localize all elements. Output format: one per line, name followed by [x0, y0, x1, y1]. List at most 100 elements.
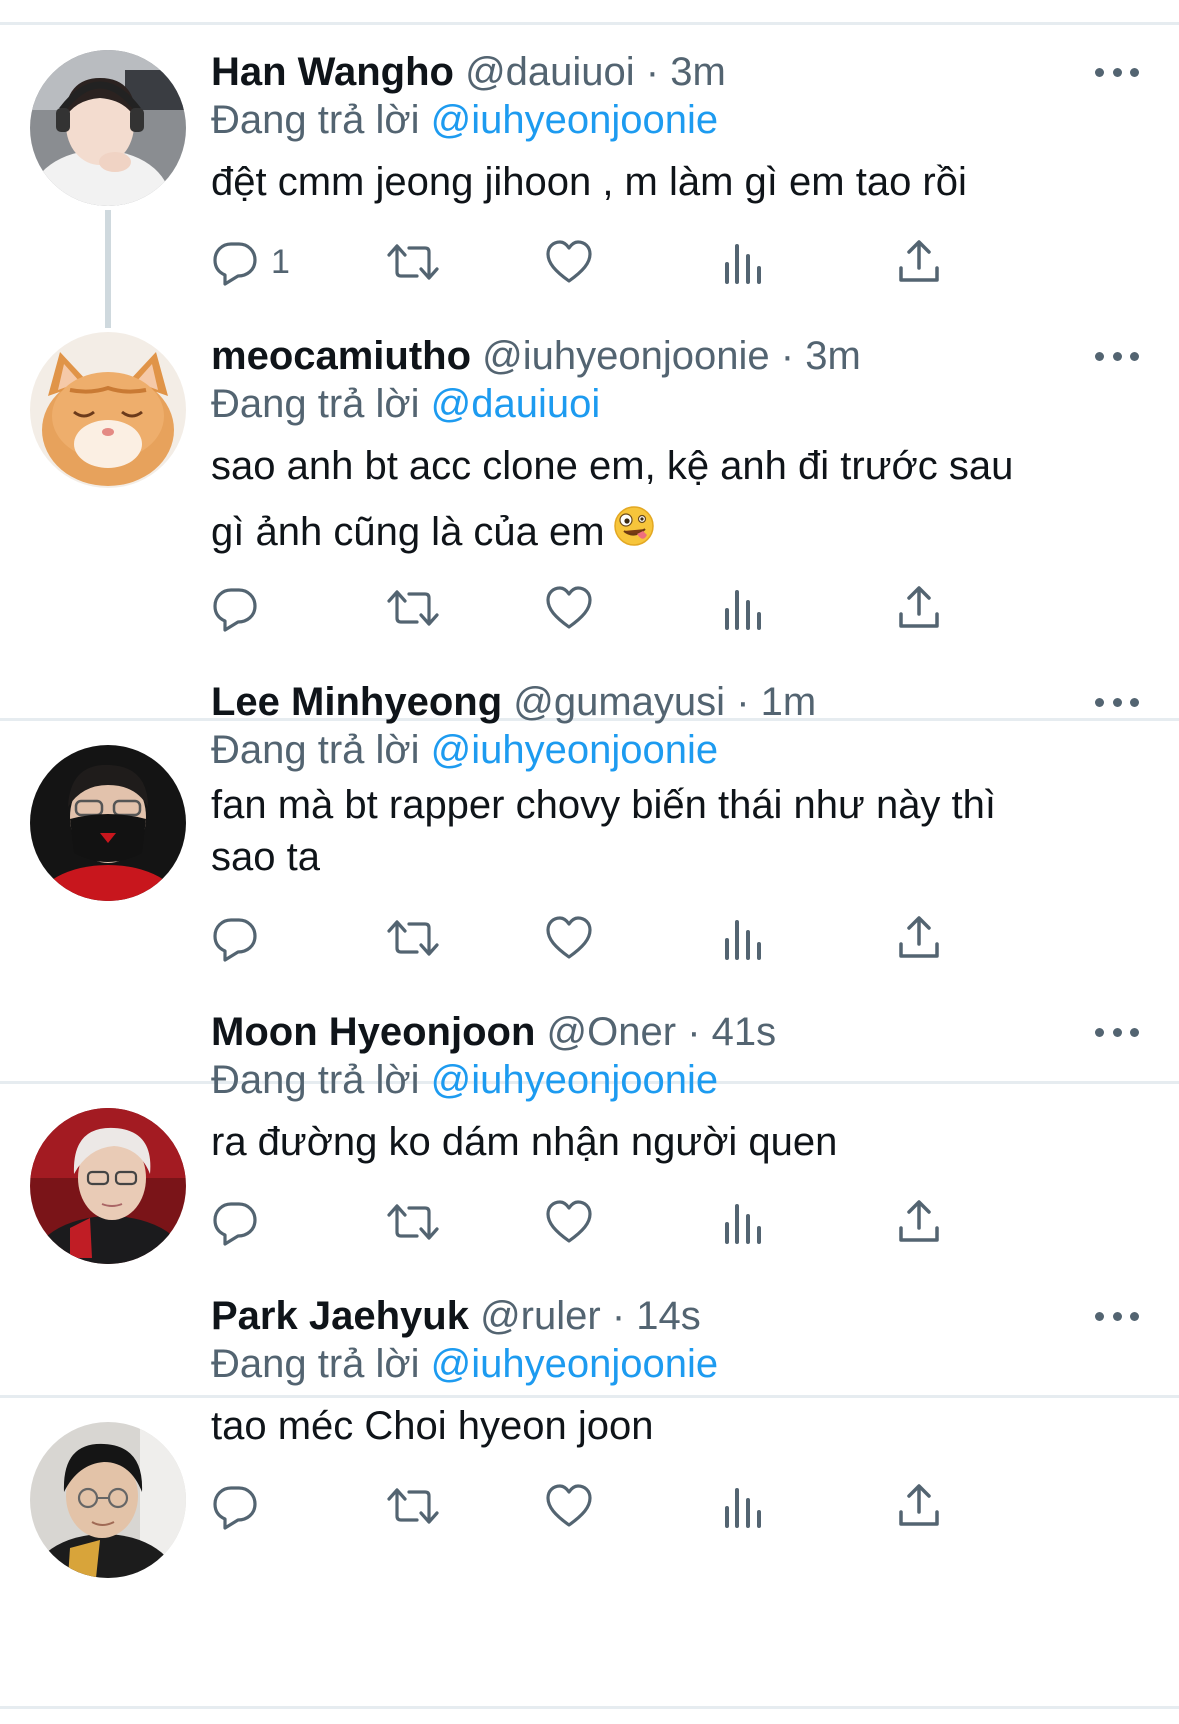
like-icon [546, 1484, 592, 1527]
reply-mention[interactable]: @dauiuoi [431, 382, 601, 426]
retweet-button[interactable] [387, 1478, 439, 1534]
timestamp[interactable]: 1m [761, 680, 817, 724]
like-button[interactable] [545, 1478, 593, 1534]
reply-icon [213, 588, 257, 632]
tweet-actions [211, 1194, 1071, 1250]
retweet-icon [387, 1204, 439, 1240]
handle[interactable]: @Oner [547, 1010, 677, 1054]
thread-line [105, 210, 111, 328]
avatar[interactable] [30, 745, 186, 901]
views-button[interactable] [721, 234, 765, 290]
views-button[interactable] [721, 910, 765, 966]
like-icon [546, 240, 592, 283]
share-button[interactable] [897, 580, 941, 636]
handle[interactable]: @ruler [480, 1294, 601, 1338]
replying-to: Đang trả lời @iuhyeonjoonie [211, 726, 718, 774]
share-button[interactable] [897, 234, 941, 290]
views-icon [725, 1204, 761, 1244]
more-icon[interactable] [1095, 62, 1139, 82]
share-icon [899, 240, 939, 282]
tweet-header: Han Wangho @dauiuoi · 3m [211, 48, 726, 96]
timestamp[interactable]: 41s [712, 1010, 777, 1054]
more-icon[interactable] [1095, 346, 1139, 366]
more-icon[interactable] [1095, 1306, 1139, 1326]
reply-button[interactable] [211, 1478, 259, 1534]
views-button[interactable] [721, 1478, 765, 1534]
tweet-text-segment: gì ảnh cũng là của em [211, 510, 605, 554]
reply-icon [213, 1486, 257, 1530]
display-name[interactable]: meocamiutho [211, 334, 471, 378]
tweet-text-line: fan mà bt rapper chovy biến thái như này… [211, 783, 997, 827]
like-button[interactable] [545, 234, 593, 290]
more-icon[interactable] [1095, 692, 1139, 712]
retweet-button[interactable] [387, 234, 439, 290]
reply-count: 1 [271, 242, 290, 281]
share-button[interactable] [897, 1194, 941, 1250]
handle[interactable]: @gumayusi [513, 680, 725, 724]
share-button[interactable] [897, 910, 941, 966]
tweet-text: sao anh bt acc clone em, kệ anh đi trước… [211, 433, 1111, 567]
divider [0, 22, 1179, 25]
display-name[interactable]: Park Jaehyuk [211, 1294, 469, 1338]
more-icon[interactable] [1095, 1022, 1139, 1042]
tweet-text-line: sao anh bt acc clone em, kệ anh đi trước… [211, 444, 1014, 488]
retweet-icon [387, 590, 439, 626]
avatar[interactable] [30, 1422, 186, 1578]
share-icon [899, 1200, 939, 1242]
replying-prefix: Đang trả lời [211, 1342, 420, 1386]
timestamp[interactable]: 3m [670, 50, 726, 94]
reply-button[interactable] [211, 910, 259, 966]
divider [0, 1706, 1179, 1709]
tweet-header: Moon Hyeonjoon @Oner · 41s [211, 1008, 776, 1056]
share-button[interactable] [897, 1478, 941, 1534]
replying-prefix: Đang trả lời [211, 728, 420, 772]
like-button[interactable] [545, 910, 593, 966]
views-icon [725, 590, 761, 630]
like-button[interactable] [545, 1194, 593, 1250]
reply-mention[interactable]: @iuhyeonjoonie [431, 728, 718, 772]
handle[interactable]: @iuhyeonjoonie [482, 334, 769, 378]
avatar[interactable] [30, 332, 186, 488]
display-name[interactable]: Lee Minhyeong [211, 680, 502, 724]
reply-mention[interactable]: @iuhyeonjoonie [431, 98, 718, 142]
handle[interactable]: @dauiuoi [465, 50, 635, 94]
tweet-text-line: gì ảnh cũng là của em [211, 499, 1111, 567]
avatar[interactable] [30, 1108, 186, 1264]
retweet-icon [387, 244, 439, 280]
tweet-actions [211, 1478, 1071, 1534]
reply-button[interactable]: 1 [211, 234, 290, 290]
replying-to: Đang trả lời @iuhyeonjoonie [211, 1056, 718, 1104]
replying-prefix: Đang trả lời [211, 98, 420, 142]
retweet-icon [387, 1488, 439, 1524]
retweet-button[interactable] [387, 580, 439, 636]
dot-separator: · [780, 334, 795, 378]
reply-mention[interactable]: @iuhyeonjoonie [431, 1058, 718, 1102]
retweet-icon [387, 920, 439, 956]
views-button[interactable] [721, 1194, 765, 1250]
views-icon [725, 244, 761, 284]
reply-button[interactable] [211, 1194, 259, 1250]
tweet-actions: 1 [211, 234, 1071, 290]
reply-mention[interactable]: @iuhyeonjoonie [431, 1342, 718, 1386]
reply-button[interactable] [211, 580, 259, 636]
dot-separator: · [687, 1010, 701, 1054]
views-button[interactable] [721, 580, 765, 636]
replying-to: Đang trả lời @dauiuoi [211, 380, 600, 428]
dot-separator: · [736, 680, 750, 724]
timestamp[interactable]: 14s [636, 1294, 701, 1338]
like-icon [546, 916, 592, 959]
tweet-actions [211, 580, 1071, 636]
share-icon [899, 916, 939, 958]
timestamp[interactable]: 3m [805, 334, 861, 378]
display-name[interactable]: Moon Hyeonjoon [211, 1010, 535, 1054]
tweet-text: fan mà bt rapper chovy biến thái như này… [211, 779, 1111, 883]
display-name[interactable]: Han Wangho [211, 50, 454, 94]
like-button[interactable] [545, 580, 593, 636]
retweet-button[interactable] [387, 910, 439, 966]
avatar[interactable] [30, 50, 186, 206]
tweet-header: meocamiutho @iuhyeonjoonie · 3m [211, 332, 861, 380]
like-icon [546, 586, 592, 629]
retweet-button[interactable] [387, 1194, 439, 1250]
tweet-text: tao méc Choi hyeon joon [211, 1404, 654, 1448]
tweet-header: Lee Minhyeong @gumayusi · 1m [211, 678, 816, 726]
